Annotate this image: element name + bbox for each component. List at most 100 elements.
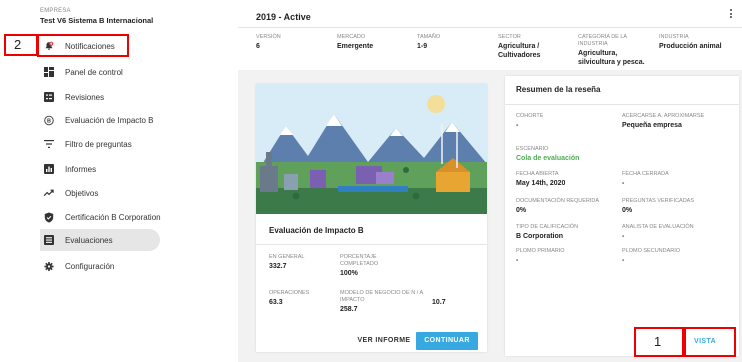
metric-value: 100% [340,270,358,277]
field-value: 0% [622,207,633,214]
continue-button[interactable]: CONTINUAR [416,332,478,350]
sidebar-item-panel[interactable]: Panel de control [40,61,160,83]
sidebar-item-objetivos[interactable]: Objetivos [40,182,160,204]
sidebar-item-label: Revisiones [65,92,105,102]
info-value: Producción animal [659,43,722,50]
sidebar-item-evaluaciones[interactable]: Evaluaciones [40,229,160,251]
metric-label: OPERACIONES [269,290,310,296]
field-label: TIPO DE CALIFICACIÓN [516,224,579,230]
field-qualification-type: TIPO DE CALIFICACIÓN B Corporation [516,224,578,241]
field-label: FECHA ABIERTA [516,171,559,177]
field-required-docs: DOCUMENTACIÓN REQUERIDA 0% [516,198,599,215]
sidebar-item-filtro[interactable]: Filtro de preguntas [40,133,160,155]
field-value: Pequeña empresa [622,122,682,129]
info-value: Emergente [337,43,374,50]
header: 2019 - Active [238,0,742,28]
sidebar-item-evaluacion-impacto[interactable]: B Evaluación de Impacto B [40,109,160,131]
landscape-illustration [256,84,487,214]
reviews-icon [44,92,54,102]
sidebar-item-label: Informes [65,164,97,174]
sidebar-item-label: Configuración [65,261,115,271]
field-label: PREGUNTAS VERIFICADAS [622,198,695,204]
info-value: Agricultura, silvicultura y pesca. [578,50,645,66]
annotation-highlight-notificaciones [37,34,129,57]
metric-overall: EN GENERAL 332.7 [269,254,304,271]
sidebar-item-certificacion[interactable]: Certificación B Corporation [40,206,161,228]
more-options-icon[interactable] [730,9,733,20]
review-summary-card: Resumen de la reseña COHORTE - ACERCARSE… [505,76,739,356]
field-label: PLOMO PRIMARIO [516,248,565,254]
field-label: ACERCARSE A, APROXIMARSE [622,113,705,119]
field-date-opened: FECHA ABIERTA May 14th, 2020 [516,171,565,188]
info-value: Agricultura / Cultivadores [498,43,541,59]
field-value: - [516,122,519,129]
metric-value: 63.3 [269,299,283,306]
sidebar-item-label: Panel de control [65,67,123,77]
trending-icon [44,188,54,198]
review-summary-title: Resumen de la reseña [516,85,601,94]
b-logo-icon: B [44,115,54,125]
info-key: MERCADO [337,34,366,40]
sidebar-item-informes[interactable]: Informes [40,158,160,180]
annotation-number-2: 2 [14,37,22,52]
field-label: ESCENARIO [516,146,549,152]
company-info: EMPRESA Test V6 Sistema B Internacional [40,8,153,25]
sidebar-item-label: Evaluación de Impacto B [65,115,154,125]
info-key: CATEGORÍA DE LA INDUSTRIA [578,34,627,47]
shield-icon [44,212,54,222]
field-value: - [622,180,625,187]
info-value: 1-9 [417,43,428,50]
sidebar-item-label: Certificación B Corporation [65,212,161,222]
gear-icon [44,261,54,271]
info-key: SECTOR [498,34,521,40]
info-key: TAMAÑO [417,34,441,40]
assessment-info-bar: VERSIÓN 6 MERCADO Emergente TAMAÑO 1-9 S… [238,28,742,70]
info-size: TAMAÑO 1-9 [417,34,477,51]
main-content: 2019 - Active VERSIÓN 6 MERCADO Emergent… [238,0,742,362]
info-industry-category: CATEGORÍA DE LA INDUSTRIA Agricultura, s… [578,34,656,67]
divider [256,244,487,245]
sidebar-item-label: Evaluaciones [65,235,113,245]
field-secondary-lead: PLOMO SECUNDARIO - [622,248,680,265]
field-label: COHORTE [516,113,544,119]
field-value: - [516,257,519,264]
field-approach: ACERCARSE A, APROXIMARSE Pequeña empresa [622,113,704,130]
metric-label: MODELO DE NEGOCIO DE N / A IMPACTO [340,290,423,303]
status-value: Cola de evaluación [516,155,580,162]
metric-business-model: MODELO DE NEGOCIO DE N / A IMPACTO 258.7 [340,290,424,314]
page-title: 2019 - Active [256,12,311,22]
annotation-number-1: 1 [654,334,662,349]
sidebar-item-revisiones[interactable]: Revisiones [40,86,160,108]
filter-icon [44,139,54,149]
field-scenario: ESCENARIO Cola de evaluación [516,146,579,163]
company-label: EMPRESA [40,8,71,14]
info-industry: INDUSTRIA Producción animal [659,34,741,51]
field-label: FECHA CERRADA [622,171,669,177]
assessment-card: Evaluación de Impacto B EN GENERAL 332.7… [256,84,487,352]
metric-percent-complete: PORCENTAJE COMPLETADO 100% [340,254,400,278]
annotation-highlight-vista [684,327,736,357]
info-sector: SECTOR Agricultura / Cultivadores [498,34,560,60]
metric-label: EN GENERAL [269,254,305,260]
metric-operations: OPERACIONES 63.3 [269,290,309,307]
field-value: B Corporation [516,233,564,240]
field-primary-lead: PLOMO PRIMARIO - [516,248,565,265]
metric-value: 332.7 [269,263,287,270]
list-icon [44,235,54,245]
info-market: MERCADO Emergente [337,34,397,51]
company-name: Test V6 Sistema B Internacional [40,16,154,25]
metric-value: 10.7 [432,299,446,306]
field-value: May 14th, 2020 [516,180,566,187]
dashboard-icon [44,67,54,77]
sidebar-item-configuracion[interactable]: Configuración [40,255,160,277]
info-value: 6 [256,43,260,50]
info-version: VERSIÓN 6 [256,34,316,51]
svg-text:B: B [47,118,51,124]
divider [505,104,739,105]
view-report-button[interactable]: VER INFORME [356,332,412,350]
field-verified-questions: PREGUNTAS VERIFICADAS 0% [622,198,694,215]
assessment-title: Evaluación de Impacto B [269,226,364,235]
sidebar-item-label: Objetivos [65,188,99,198]
info-key: VERSIÓN [256,34,281,40]
field-label: PLOMO SECUNDARIO [622,248,681,254]
